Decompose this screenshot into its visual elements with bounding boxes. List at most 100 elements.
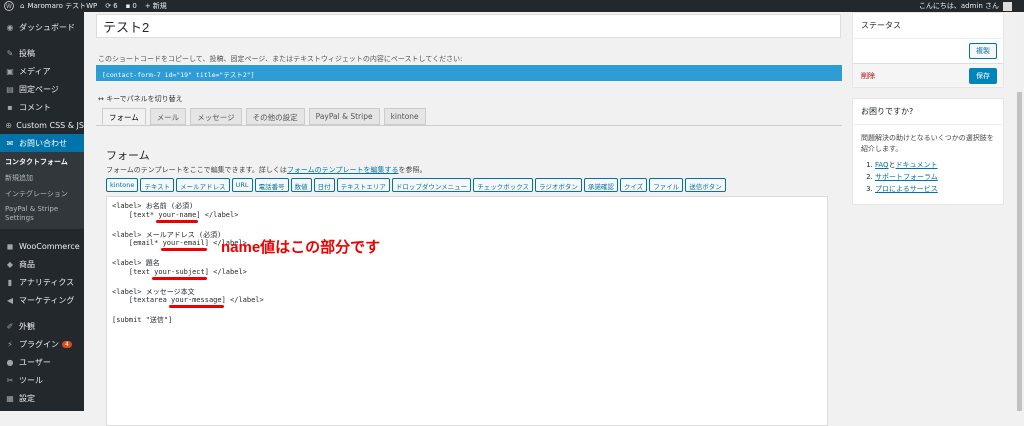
user-icon: ● xyxy=(6,357,14,367)
tag-button-checkbox[interactable]: チェックボックス xyxy=(473,178,533,192)
admin-sidebar: ◉ ダッシュボード ✎ 投稿 ▣ メディア ▤ 固定ページ ▪ コメント ⊕ Custom … xyxy=(0,12,84,411)
pro-services-link[interactable]: プロによるサービス xyxy=(875,185,938,193)
submenu-paypal-stripe[interactable]: PayPal & Stripe xyxy=(0,202,84,213)
menu-label: ダッシュボード xyxy=(19,22,75,32)
menu-label: 商品 xyxy=(19,259,35,269)
code-segment: [text xyxy=(112,267,155,276)
tag-button-text[interactable]: テキスト xyxy=(140,178,175,192)
code-line: <label> メールアドレス (必須) xyxy=(112,230,222,239)
page-scrollbar[interactable] xyxy=(1015,12,1024,411)
tab-form[interactable]: フォーム xyxy=(102,108,146,125)
tag-button-number[interactable]: 数値 xyxy=(290,178,312,192)
tag-button-file[interactable]: ファイル xyxy=(649,178,684,192)
menu-woocommerce[interactable]: ◼ WooCommerce xyxy=(0,237,84,255)
submenu-settings[interactable]: Settings xyxy=(0,213,84,225)
menu-label: ツール xyxy=(19,375,43,385)
avatar xyxy=(1003,1,1012,11)
help-item: FAQとドキュメント xyxy=(875,160,995,172)
submenu-add-new[interactable]: 新規追加 xyxy=(0,170,84,186)
keyboard-hint-text: キーでパネルを切り替え xyxy=(106,95,183,103)
menu-posts[interactable]: ✎ 投稿 xyxy=(0,44,84,62)
menu-appearance[interactable]: ✐ 外観 xyxy=(0,317,84,335)
updates-link[interactable]: ⟳ 6 xyxy=(105,2,117,10)
tab-paypal-stripe[interactable]: PayPal & Stripe xyxy=(308,108,380,125)
menu-marketing[interactable]: ◀ マーケティング xyxy=(0,291,84,309)
media-icon: ▣ xyxy=(6,66,14,76)
site-name-link[interactable]: Maromaro テストWP xyxy=(27,1,97,11)
tab-mail[interactable]: メール xyxy=(149,108,187,125)
comment-icon: ▪ xyxy=(7,102,13,112)
code-icon: ⊕ xyxy=(5,120,12,130)
highlighted-name-value: your-name xyxy=(158,210,197,219)
panel-description: フォームのテンプレートをここで編集できます。詳しくはフォームのテンプレートを編集… xyxy=(106,165,426,175)
tab-kintone[interactable]: kintone xyxy=(383,108,426,125)
tag-button-textarea[interactable]: テキストエリア xyxy=(336,178,390,192)
arrows-icon: ↔ xyxy=(98,95,107,103)
highlighted-name-value: your-email xyxy=(162,239,205,247)
new-content-link[interactable]: + 新規 xyxy=(145,1,167,11)
menu-label: 投稿 xyxy=(19,48,35,58)
form-panel: フォーム フォームのテンプレートをここで編集できます。詳しくはフォームのテンプレ… xyxy=(96,125,842,426)
help-title: お困りですか? xyxy=(853,99,1003,125)
menu-media[interactable]: ▣ メディア xyxy=(0,62,84,80)
menu-custom-css[interactable]: ⊕ Custom CSS & JS xyxy=(0,116,84,134)
tag-button-dropdown[interactable]: ドロップダウンメニュー xyxy=(391,178,472,192)
delete-link[interactable]: 削除 xyxy=(861,71,875,81)
form-template-editor[interactable]: <label> お名前 (必須) [text* your-name] </lab… xyxy=(106,196,828,426)
menu-dashboard[interactable]: ◉ ダッシュボード xyxy=(0,18,84,36)
code-line: [email* your-email] </label> xyxy=(112,239,822,249)
menu-products[interactable]: ◆ 商品 xyxy=(0,255,84,273)
settings-icon: ▦ xyxy=(6,393,14,403)
tag-button-kintone[interactable]: kintone xyxy=(106,178,139,192)
plus-icon: + xyxy=(144,2,151,10)
support-forum-link[interactable]: サポートフォーラム xyxy=(875,173,938,181)
scrollbar-thumb[interactable] xyxy=(1017,92,1022,411)
menu-tools[interactable]: ✂ ツール xyxy=(0,371,84,389)
tag-button-email[interactable]: メールアドレス xyxy=(176,178,230,192)
faq-link[interactable]: FAQ xyxy=(875,161,889,169)
shortcode-note: このショートコードをコピーして、投稿、固定ページ、またはテキストウィジェットの内… xyxy=(98,55,463,63)
form-editor: このショートコードをコピーして、投稿、固定ページ、またはテキストウィジェットの内… xyxy=(96,12,842,426)
help-item: サポートフォーラム xyxy=(875,172,995,184)
menu-contact[interactable]: ✉ お問い合わせ xyxy=(0,134,84,152)
shortcode-field[interactable]: [contact-form-7 id="19" title="テスト2"] xyxy=(96,65,842,81)
tag-button-date[interactable]: 日付 xyxy=(313,178,335,192)
tab-additional-settings[interactable]: その他の設定 xyxy=(245,108,305,125)
code-line: <label> メッセージ本文 xyxy=(112,287,195,296)
menu-comments[interactable]: ▪ コメント xyxy=(0,98,84,116)
wordpress-logo-icon[interactable]: W xyxy=(4,1,14,11)
code-line: <label> 題名 xyxy=(112,259,160,267)
edit-template-link[interactable]: フォームのテンプレートを編集する xyxy=(287,166,399,174)
code-blank xyxy=(112,220,822,230)
menu-users[interactable]: ● ユーザー xyxy=(0,353,84,371)
help-item: プロによるサービス xyxy=(875,184,995,196)
menu-label: メディア xyxy=(19,66,51,76)
menu-analytics[interactable]: ▮ アナリティクス xyxy=(0,273,84,291)
menu-pages[interactable]: ▤ 固定ページ xyxy=(0,80,84,98)
tab-messages[interactable]: メッセージ xyxy=(190,108,242,125)
tag-button-submit[interactable]: 送信ボタン xyxy=(685,178,726,192)
comments-link[interactable]: ▪ 0 xyxy=(126,2,137,10)
docs-link[interactable]: ドキュメント xyxy=(896,161,938,169)
tag-button-acceptance[interactable]: 承諾確認 xyxy=(583,178,618,192)
help-conj: と xyxy=(888,161,896,169)
my-account[interactable]: こんにちは、admin さん xyxy=(919,0,1012,12)
tag-button-tel[interactable]: 電話番号 xyxy=(254,178,289,192)
tag-button-quiz[interactable]: クイズ xyxy=(619,178,648,192)
save-button[interactable]: 保存 xyxy=(969,68,997,84)
greeting-text: こんにちは、admin さん xyxy=(918,2,999,10)
tag-button-radio[interactable]: ラジオボタン xyxy=(535,178,582,192)
submenu-contact-forms[interactable]: コンタクトフォーム xyxy=(0,154,84,170)
code-segment: ] </label> xyxy=(221,296,264,304)
menu-settings[interactable]: ▦ 設定 xyxy=(0,389,84,407)
major-actions: 削除 保存 xyxy=(853,63,1003,87)
menu-plugins[interactable]: ⚡ プラグイン 4 xyxy=(0,335,84,353)
contact-submenu: コンタクトフォーム 新規追加 インテグレーション PayPal & Stripe… xyxy=(0,152,84,229)
tag-button-url[interactable]: URL xyxy=(231,178,253,192)
submenu-integration[interactable]: インテグレーション xyxy=(0,186,84,202)
menu-label: マーケティング xyxy=(19,295,75,305)
highlighted-name-value: your-message xyxy=(171,296,222,304)
form-title-input[interactable] xyxy=(96,14,841,38)
duplicate-button[interactable]: 複製 xyxy=(969,43,997,59)
menu-label: WooCommerce xyxy=(19,241,80,251)
